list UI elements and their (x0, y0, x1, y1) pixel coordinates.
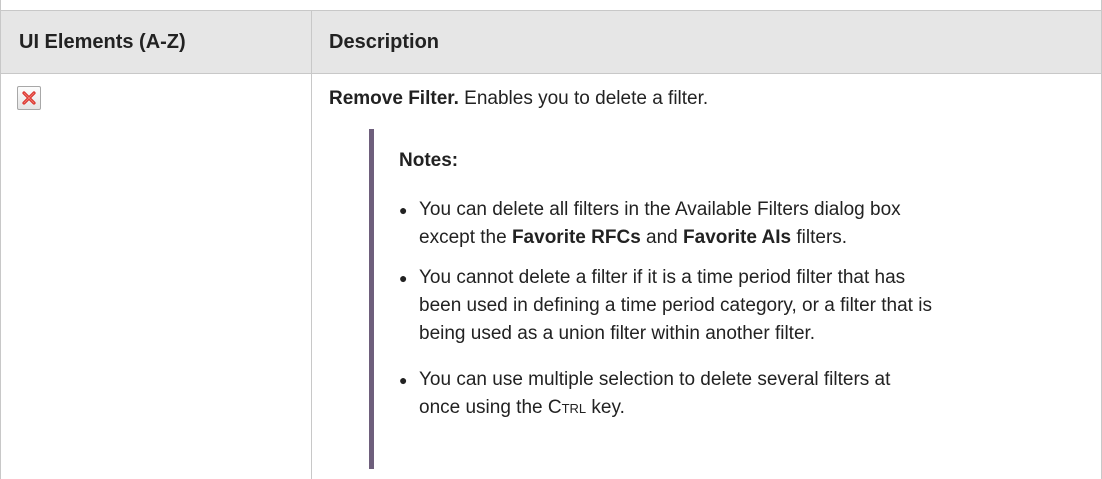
note-line: been used in defining a time period cate… (419, 295, 932, 316)
remove-filter-summary: Enables you to delete a filter. (458, 88, 709, 109)
remove-filter-description: Remove Filter. Enables you to delete a f… (329, 88, 708, 110)
note-text: You can delete all filters in the Availa… (419, 196, 1099, 252)
header-ui-elements: UI Elements (A-Z) (19, 31, 186, 53)
ui-elements-table: UI Elements (A-Z) Description Remove Fil… (0, 0, 1102, 479)
note-line: being used as a union filter within anot… (419, 323, 816, 344)
note-text: You cannot delete a filter if it is a ti… (419, 264, 1099, 348)
note-bold-term: Favorite RFCs (511, 227, 641, 248)
table-header-row: UI Elements (A-Z) Description (1, 10, 1101, 74)
note-line: You cannot delete a filter if it is a ti… (419, 267, 906, 288)
notes-bar (369, 129, 374, 469)
note-segment: except the (419, 227, 512, 248)
column-divider (311, 10, 312, 479)
header-description: Description (329, 31, 440, 53)
note-bold-term: Favorite AIs (683, 227, 792, 248)
note-line: You can use multiple selection to delete… (419, 369, 891, 390)
bullet: ● (399, 372, 408, 388)
ctrl-key-name: Ctrl (547, 397, 587, 418)
remove-filter-title: Remove Filter. (329, 88, 459, 109)
notes-title: Notes: (399, 150, 459, 171)
note-line: You can delete all filters in the Availa… (419, 199, 901, 220)
remove-filter-icon (17, 86, 41, 110)
note-segment: filters. (791, 227, 848, 248)
note-segment: and (640, 227, 684, 248)
red-x-icon (22, 91, 36, 105)
note-text: You can use multiple selection to delete… (419, 366, 1099, 422)
note-segment: key. (586, 397, 625, 418)
bullet: ● (399, 270, 408, 286)
note-segment: once using the (419, 397, 548, 418)
bullet: ● (399, 202, 408, 218)
